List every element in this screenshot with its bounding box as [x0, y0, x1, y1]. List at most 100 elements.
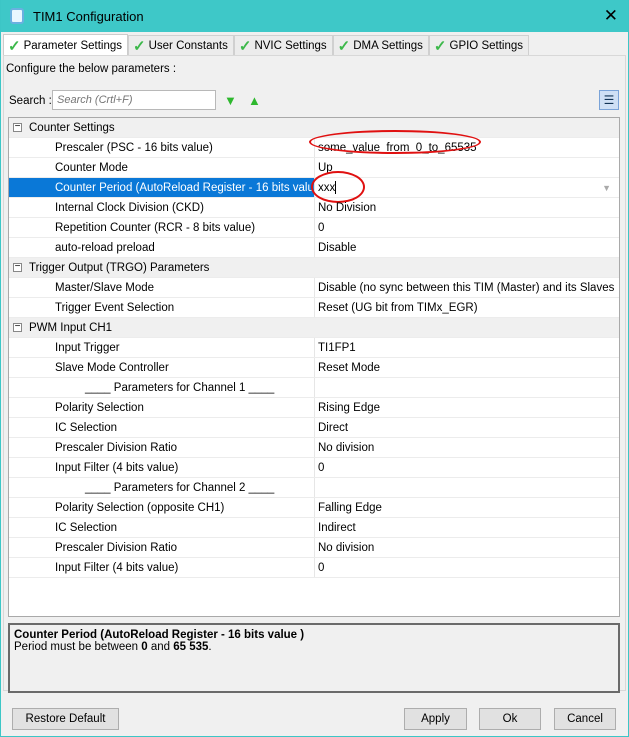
table-row[interactable]: auto-reload preload Disable	[9, 238, 619, 258]
param-value[interactable]: TI1FP1	[315, 338, 619, 357]
table-row[interactable]: Internal Clock Division (CKD) No Division	[9, 198, 619, 218]
group-header[interactable]: − PWM Input CH1	[9, 318, 619, 338]
collapse-icon[interactable]: −	[13, 262, 22, 272]
param-value[interactable]: Rising Edge	[315, 398, 619, 417]
ok-button[interactable]: Ok	[479, 708, 541, 730]
dialog-window: TIM1 Configuration ✕ ✓ Parameter Settings…	[1, 0, 628, 736]
table-row[interactable]: IC Selection Direct	[9, 418, 619, 438]
table-row[interactable]: IC Selection Indirect	[9, 518, 619, 538]
param-value[interactable]: Disable (no sync between this TIM (Maste…	[315, 278, 619, 297]
param-name: Prescaler Division Ratio	[9, 538, 315, 557]
restore-default-button[interactable]: Restore Default	[12, 708, 119, 730]
param-name: Polarity Selection (opposite CH1)	[9, 498, 315, 517]
table-row[interactable]: Slave Mode Controller Reset Mode	[9, 358, 619, 378]
tab-gpio-settings[interactable]: ✓ GPIO Settings	[428, 35, 530, 56]
table-row[interactable]: Trigger Event Selection Reset (UG bit fro…	[9, 298, 619, 318]
checkmark-icon: ✓	[133, 38, 146, 55]
desc-max: 65 535	[173, 641, 209, 653]
param-name: Counter Mode	[9, 158, 315, 177]
param-value-text: No division	[318, 441, 375, 454]
table-row[interactable]: Prescaler Division Ratio No division	[9, 438, 619, 458]
tab-label: Parameter Settings	[23, 39, 123, 52]
table-row[interactable]: Input Filter (4 bits value) 0	[9, 458, 619, 478]
param-value[interactable]: 0	[315, 458, 619, 477]
param-value[interactable]: 0	[315, 558, 619, 577]
group-label: Counter Settings	[29, 121, 115, 134]
table-row[interactable]: Input Trigger TI1FP1	[9, 338, 619, 358]
desc-prefix: Period must be between	[14, 641, 142, 653]
param-name: Prescaler (PSC - 16 bits value)	[9, 138, 315, 157]
param-value[interactable]: xxx ▼	[311, 171, 619, 203]
table-row[interactable]: Prescaler Division Ratio No division	[9, 538, 619, 558]
param-value[interactable]: Falling Edge	[315, 498, 619, 517]
param-value-text: Falling Edge	[318, 501, 382, 514]
table-row[interactable]: Repetition Counter (RCR - 8 bits value) 0	[9, 218, 619, 238]
param-value-text: Reset Mode	[318, 361, 381, 374]
collapse-icon[interactable]: −	[13, 322, 22, 332]
cancel-button[interactable]: Cancel	[554, 708, 616, 730]
param-value[interactable]: No division	[315, 538, 619, 557]
tab-nvic-settings[interactable]: ✓ NVIC Settings	[233, 35, 333, 56]
arrow-up-icon[interactable]: ▲	[248, 93, 261, 108]
configure-label: Configure the below parameters :	[6, 63, 177, 75]
checkmark-icon: ✓	[337, 38, 351, 55]
param-value[interactable]	[315, 378, 619, 397]
param-value[interactable]: No Division	[315, 198, 619, 217]
param-value[interactable]: Up	[315, 158, 619, 177]
param-value[interactable]: 0	[315, 218, 619, 237]
param-value-text: No division	[318, 541, 375, 554]
close-icon[interactable]: ✕	[604, 6, 618, 26]
param-name: Polarity Selection	[9, 398, 315, 417]
table-row[interactable]: Input Filter (4 bits value) 0	[9, 558, 619, 578]
desc-mid: and	[147, 641, 174, 653]
group-header[interactable]: − Trigger Output (TRGO) Parameters	[9, 258, 619, 278]
param-value[interactable]: Indirect	[315, 518, 619, 537]
param-name: Repetition Counter (RCR - 8 bits value)	[9, 218, 315, 237]
arrow-down-icon[interactable]: ▼	[224, 93, 237, 108]
description-text: Period must be between 0 and 65 535.	[14, 641, 614, 653]
param-value[interactable]: No division	[315, 438, 619, 457]
param-value-text: Indirect	[318, 521, 356, 534]
param-value-text: TI1FP1	[318, 341, 356, 354]
table-row[interactable]: ____ Parameters for Channel 2 ____	[9, 478, 619, 498]
param-value[interactable]	[315, 478, 619, 497]
table-row[interactable]: Master/Slave Mode Disable (no sync betwee…	[9, 278, 619, 298]
desc-suffix: .	[208, 641, 212, 653]
table-row[interactable]: Counter Period (AutoReload Register - 16…	[9, 171, 619, 203]
param-name: IC Selection	[9, 518, 315, 537]
annotation-ellipse	[309, 130, 481, 154]
group-header[interactable]: − Counter Settings	[9, 118, 619, 138]
tab-parameter-settings[interactable]: ✓ Parameter Settings	[3, 34, 129, 56]
search-input[interactable]	[52, 90, 216, 110]
tab-label: GPIO Settings	[449, 40, 524, 52]
param-name: auto-reload preload	[9, 238, 315, 257]
param-value-text: 0	[318, 221, 325, 234]
param-value[interactable]: Reset (UG bit from TIMx_EGR)	[315, 298, 619, 317]
description-panel: Counter Period (AutoReload Register - 16…	[8, 623, 620, 693]
param-value-text: Direct	[318, 421, 349, 434]
table-row[interactable]: ____ Parameters for Channel 1 ____	[9, 378, 619, 398]
param-name: IC Selection	[9, 418, 315, 437]
tab-user-constants[interactable]: ✓ User Constants	[128, 35, 234, 56]
table-row[interactable]: Polarity Selection (opposite CH1) Falling…	[9, 498, 619, 518]
param-value[interactable]: Direct	[315, 418, 619, 437]
description-title: Counter Period (AutoReload Register - 16…	[14, 629, 305, 641]
tab-dma-settings[interactable]: ✓ DMA Settings	[332, 35, 429, 56]
param-value-text: Reset (UG bit from TIMx_EGR)	[318, 301, 478, 314]
param-value[interactable]: Disable	[315, 238, 619, 257]
tab-label: User Constants	[148, 40, 228, 52]
param-name: ____ Parameters for Channel 2 ____	[9, 478, 315, 497]
collapse-icon[interactable]: −	[13, 122, 22, 132]
param-value-text: Rising Edge	[318, 401, 381, 414]
apply-button[interactable]: Apply	[404, 708, 467, 730]
table-row[interactable]: Polarity Selection Rising Edge	[9, 398, 619, 418]
tab-label: DMA Settings	[353, 40, 423, 52]
checkmark-icon: ✓	[433, 38, 447, 55]
dropdown-arrow-icon[interactable]: ▼	[602, 183, 611, 193]
param-name: Input Filter (4 bits value)	[9, 558, 315, 577]
table-row[interactable]: Counter Mode Up	[9, 158, 619, 178]
list-view-button[interactable]: ☰	[599, 90, 619, 110]
table-row[interactable]: Prescaler (PSC - 16 bits value) some_valu…	[9, 130, 619, 158]
param-value[interactable]: some_value_from_0_to_65535	[309, 130, 619, 157]
param-value[interactable]: Reset Mode	[315, 358, 619, 377]
